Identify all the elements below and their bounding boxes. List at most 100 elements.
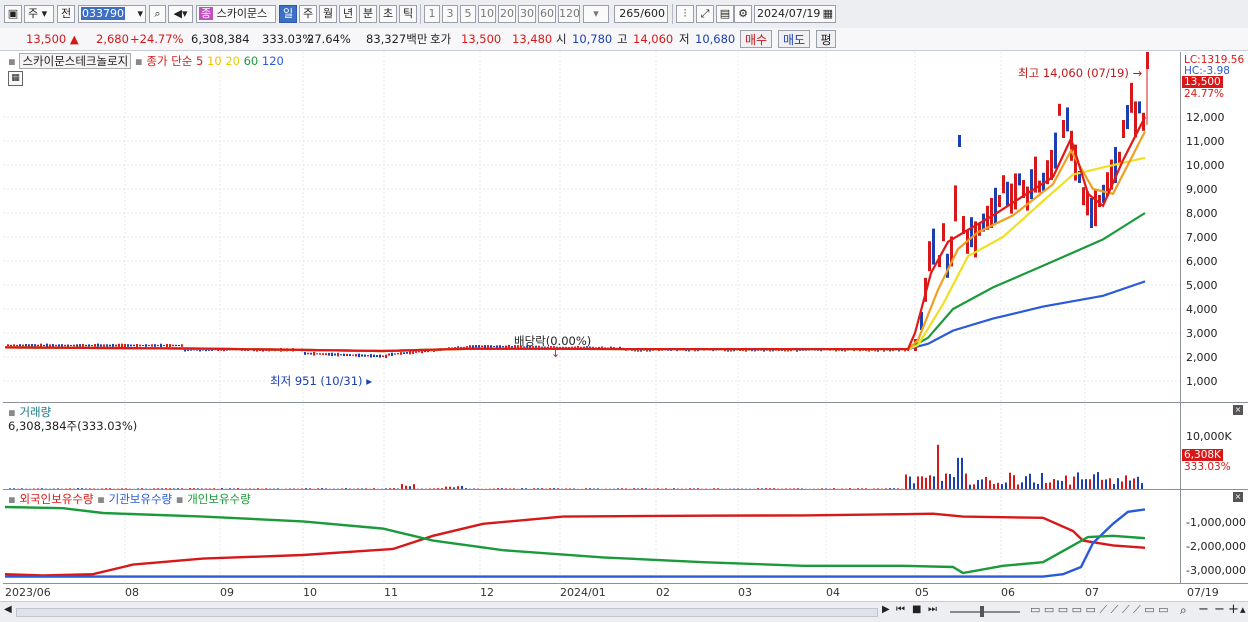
search-icon[interactable]: ⌕ [149, 5, 166, 23]
period-day-button[interactable]: 일 [279, 5, 297, 23]
interval-1-button[interactable]: 1 [424, 5, 440, 23]
close-icon[interactable]: × [1233, 492, 1243, 502]
grid-toggle-icon[interactable]: ▦ [8, 71, 23, 86]
volume-bar [1117, 478, 1119, 489]
candle [502, 346, 504, 347]
period-month-button[interactable]: 월 [319, 5, 337, 23]
period-tick-button[interactable]: 틱 [399, 5, 417, 23]
draw-tool-icon[interactable]: ⤢ [696, 5, 714, 23]
calendar-icon[interactable]: ▦ [823, 6, 833, 22]
panel-divider[interactable] [3, 402, 1248, 403]
low-label: 저 [679, 31, 690, 47]
volume-bar [1057, 480, 1059, 489]
period-second-button[interactable]: 초 [379, 5, 397, 23]
candle [1066, 107, 1069, 131]
candle [385, 355, 387, 359]
period-minute-button[interactable]: 분 [359, 5, 377, 23]
interval-10-button[interactable]: 10 [478, 5, 496, 23]
candle [325, 353, 327, 355]
zoom-in-icon[interactable]: + [1228, 602, 1239, 617]
candle [397, 353, 399, 354]
price-legend: ▪ 스카이문스테크놀로지 ▪ 종가 단순 5 10 20 60 120 [8, 53, 284, 69]
candle [157, 345, 159, 346]
volume-bar [1101, 480, 1103, 489]
layout-icons[interactable]: ▭ ▭ ▭ ▭ ▭ ⟋ ⟋ ⟋ ⟋ ▭ ▭ [1030, 603, 1169, 617]
minus-icon[interactable]: − [1214, 602, 1225, 617]
candle [376, 355, 378, 357]
candle [1026, 187, 1029, 211]
candle [954, 185, 957, 221]
panel-divider[interactable] [3, 489, 1248, 490]
x-label: 2024/01 [560, 586, 606, 599]
candle [61, 344, 63, 347]
price-tag: 13,500 [1182, 76, 1223, 88]
candle [1094, 190, 1097, 226]
speaker-icon[interactable]: ◀▾ [168, 5, 193, 23]
candle [13, 344, 15, 346]
sell-button[interactable]: 매도 [778, 30, 810, 48]
candle [1006, 182, 1009, 206]
candle [172, 345, 174, 347]
candle [106, 344, 108, 346]
interval-60-button[interactable]: 60 [538, 5, 556, 23]
candle [169, 344, 171, 347]
candle [37, 345, 39, 346]
candle [406, 352, 408, 354]
price-ytick: 3,000 [1186, 327, 1218, 340]
volume-bar [1097, 472, 1099, 489]
expand-icon[interactable]: ▴ [1240, 603, 1246, 616]
interval-30-button[interactable]: 30 [518, 5, 536, 23]
candle-type-icon[interactable]: ⫶ [676, 5, 694, 23]
gear-icon[interactable]: ⚙ [734, 5, 752, 23]
candle [310, 353, 312, 355]
candle [55, 345, 57, 346]
candle [73, 345, 75, 347]
date-input[interactable]: 2024/07/19▦ [754, 5, 836, 23]
volume-bar [1053, 479, 1055, 489]
volume-bar [1089, 479, 1091, 489]
volume-bar [965, 474, 967, 489]
save-icon[interactable]: ▤ [716, 5, 734, 23]
period-week-button[interactable]: 주 [299, 5, 317, 23]
candle [145, 344, 147, 347]
period-year-button[interactable]: 년 [339, 5, 357, 23]
window-menu-icon[interactable]: ▣ [4, 5, 22, 23]
zoom-search-icon[interactable]: ⌕ [1180, 603, 1187, 618]
market-select[interactable]: 주 ▾ [24, 5, 54, 23]
candle [1082, 187, 1085, 205]
evaluate-button[interactable]: 평 [816, 30, 836, 48]
zoom-out-icon[interactable]: − [1198, 602, 1209, 617]
candle [382, 355, 384, 357]
interval-20-button[interactable]: 20 [498, 5, 516, 23]
buy-button[interactable]: 매수 [740, 30, 772, 48]
interval-5-button[interactable]: 5 [460, 5, 476, 23]
stop-icon[interactable]: ■ [912, 604, 921, 615]
data-count-field[interactable]: 265/600 [614, 5, 668, 23]
candle [94, 344, 96, 347]
zoom-slider-handle[interactable] [980, 606, 984, 617]
market2-toggle[interactable]: 전 [57, 5, 75, 23]
candle [100, 344, 102, 346]
close-icon[interactable]: × [1233, 405, 1243, 415]
candle [932, 229, 935, 265]
interval-3-button[interactable]: 3 [442, 5, 458, 23]
candle [364, 355, 366, 357]
candle [343, 354, 345, 356]
interval-dropdown[interactable]: ▾ [583, 5, 609, 23]
candle [1002, 175, 1005, 193]
candle [97, 344, 99, 348]
right-axis [1180, 52, 1248, 583]
horizontal-scrollbar[interactable] [16, 608, 878, 617]
forward-icon[interactable]: ⏭ [928, 604, 937, 615]
candle [1030, 169, 1033, 199]
scroll-right-icon[interactable]: ▶ [882, 604, 890, 615]
low-price: 10,680 [695, 31, 735, 47]
interval-120-button[interactable]: 120 [558, 5, 580, 23]
candle [52, 344, 54, 347]
price-change: 2,680 [96, 31, 129, 47]
scroll-left-icon[interactable]: ◀ [4, 604, 12, 615]
stock-code-input[interactable]: 033790▾ [78, 5, 146, 23]
zoom-slider[interactable] [950, 611, 1020, 613]
rewind-icon[interactable]: ⏮ [896, 604, 905, 615]
volume-bar [1085, 479, 1087, 489]
